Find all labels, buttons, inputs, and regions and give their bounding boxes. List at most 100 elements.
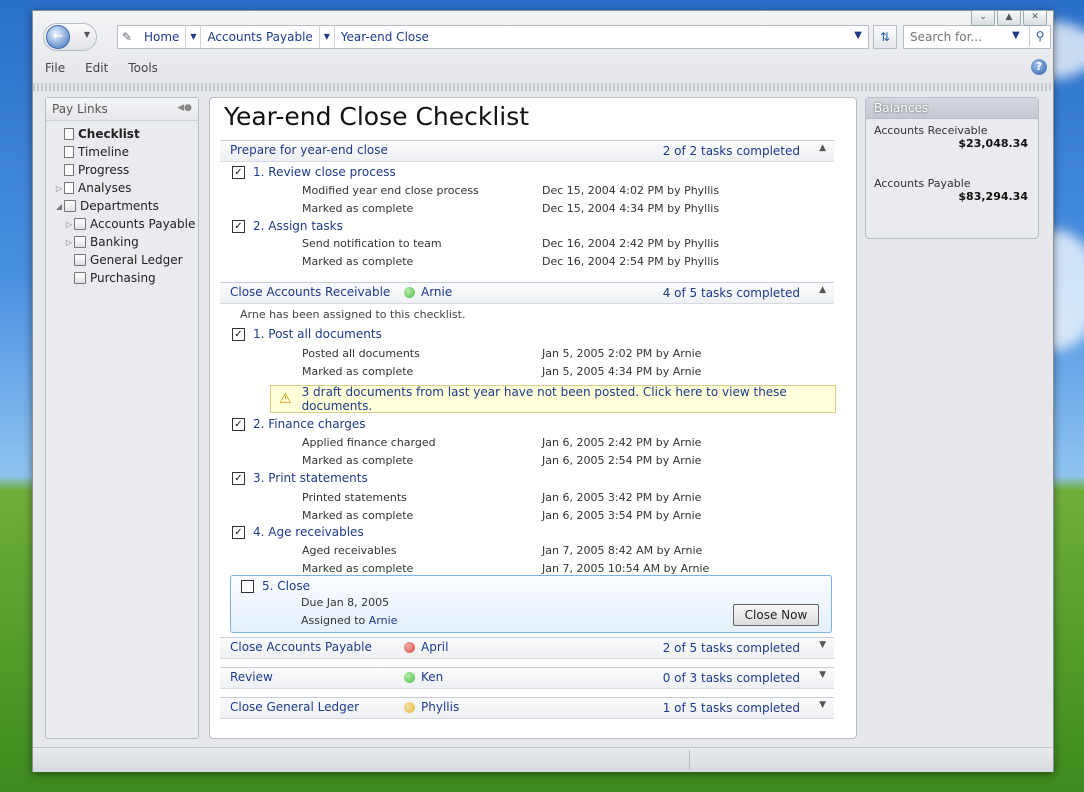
folder-icon [74,218,86,230]
task-checkbox[interactable]: ✓ [232,219,245,233]
task-detail: Marked as complete [302,365,414,378]
task-checkbox[interactable]: ✓ [232,165,245,179]
section-header-review[interactable]: Review Ken 0 of 3 tasks completed ▼ [220,667,834,689]
maximize-icon[interactable]: ▲ [997,10,1021,26]
section-title[interactable]: Review [230,670,273,684]
page-title: Year-end Close Checklist [224,102,530,131]
section-header-close-ap[interactable]: Close Accounts Payable April 2 of 5 task… [220,637,834,659]
task-item[interactable]: ✓ 1. Post all documents [232,325,382,343]
task-detail: Marked as complete [302,255,414,268]
sidebar-collapse-icon[interactable]: ◀● [177,103,192,113]
breadcrumb-separator-dropdown[interactable]: ▼ [185,26,202,48]
search-dropdown-icon[interactable]: ▼ [1012,30,1020,41]
refresh-icon: ⇅ [879,30,891,44]
sidebar-item-accounts-payable[interactable]: ▷ Accounts Payable [46,215,198,233]
task-item[interactable]: ✓ 2. Finance charges [232,415,366,433]
expand-icon[interactable]: ▼ [819,700,826,710]
minimize-icon[interactable]: ⌄ [971,10,995,26]
sidebar-item-checklist[interactable]: Checklist [46,125,198,143]
window-controls: ⌄ ▲ ✕ [971,10,1047,26]
back-button[interactable]: ← ▼ [43,23,97,51]
assignee-link[interactable]: Arnie [369,614,398,627]
task-checkbox[interactable]: ✓ [232,327,245,341]
breadcrumb-year-end-close[interactable]: Year-end Close [335,26,435,48]
toolbar: ← ▼ ✎ Home ▼ Accounts Payable ▼ Year-end… [33,11,1053,91]
search-button[interactable]: ⚲ [1029,26,1050,46]
sidebar-item-timeline[interactable]: Timeline [46,143,198,161]
assignee[interactable]: Arnie [404,285,452,299]
task-detail: Applied finance charged [302,436,436,449]
sidebar-item-analyses[interactable]: ▷ Analyses [46,179,198,197]
section-header-close-ar[interactable]: Close Accounts Receivable Arnie 4 of 5 t… [220,282,834,304]
section-title[interactable]: Close General Ledger [230,700,359,714]
breadcrumb-accounts-payable[interactable]: Accounts Payable [201,26,318,48]
close-now-button[interactable]: Close Now [733,604,819,626]
close-icon[interactable]: ✕ [1023,10,1047,26]
collapse-icon[interactable]: ▲ [819,143,826,153]
task-item[interactable]: ✓ 3. Print statements [232,469,368,487]
section-title[interactable]: Prepare for year-end close [230,143,388,157]
section-title[interactable]: Close Accounts Payable [230,640,372,654]
draft-documents-notice[interactable]: ⚠ 3 draft documents from last year have … [270,385,836,413]
folder-icon [74,272,86,284]
task-count: 2 of 5 tasks completed [662,641,800,655]
expand-icon[interactable]: ▼ [819,670,826,680]
address-bar[interactable]: ✎ Home ▼ Accounts Payable ▼ Year-end Clo… [117,25,869,49]
task-checkbox[interactable]: ✓ [232,471,245,485]
sidebar-item-departments[interactable]: ◢ Departments [46,197,198,215]
menu-file[interactable]: File [45,61,65,75]
task-checkbox[interactable]: ✓ [232,417,245,431]
task-item[interactable]: ✓ 1. Review close process [232,163,396,181]
app-window: ← ▼ ✎ Home ▼ Accounts Payable ▼ Year-end… [32,10,1054,772]
assignment-note: Arne has been assigned to this checklist… [240,308,466,321]
status-bar [33,747,1053,772]
task-item[interactable]: ✓ 2. Assign tasks [232,217,343,235]
sidebar-item-general-ledger[interactable]: General Ledger [46,251,198,269]
task-detail: Send notification to team [302,237,442,250]
assignee[interactable]: Phyllis [404,700,459,714]
task-label-row[interactable]: 5. Close [241,577,310,595]
expand-arrow-icon[interactable]: ▷ [54,184,64,193]
search-input[interactable] [904,26,1026,48]
status-dot-icon [404,701,415,713]
task-checkbox[interactable]: ✓ [232,525,245,539]
task-detail: Printed statements [302,491,407,504]
help-icon[interactable]: ? [1031,59,1047,75]
collapse-arrow-icon[interactable]: ◢ [54,202,64,211]
task-item-selected[interactable]: 5. Close Due Jan 8, 2005 Assigned to Arn… [230,575,832,633]
sidebar-item-banking[interactable]: ▷ Banking [46,233,198,251]
section-title[interactable]: Close Accounts Receivable [230,285,390,299]
task-detail-time: Jan 6, 2005 2:42 PM by Arnie [542,436,702,449]
document-icon [64,146,74,158]
section-header-close-gl[interactable]: Close General Ledger Phyllis 1 of 5 task… [220,697,834,719]
task-item[interactable]: ✓ 4. Age receivables [232,523,364,541]
expand-arrow-icon[interactable]: ▷ [64,238,74,247]
menu-edit[interactable]: Edit [85,61,108,75]
task-detail-time: Jan 6, 2005 3:42 PM by Arnie [542,491,702,504]
sidebar-item-purchasing[interactable]: Purchasing [46,269,198,287]
address-dropdown-icon[interactable]: ▼ [854,30,862,41]
breadcrumb-home[interactable]: ✎ Home [118,26,185,48]
balance-label: Accounts Receivable [874,124,988,137]
balances-panel: Balances Accounts Receivable $23,048.34 … [865,97,1039,239]
collapse-icon[interactable]: ▲ [819,285,826,295]
expand-arrow-icon[interactable]: ▷ [64,220,74,229]
sidebar-item-progress[interactable]: Progress [46,161,198,179]
task-detail: Aged receivables [302,544,397,557]
document-icon [64,164,74,176]
breadcrumb-separator-dropdown[interactable]: ▼ [318,26,335,48]
refresh-button[interactable]: ⇅ [873,25,897,49]
sidebar: Pay Links ◀● Checklist Timeline Progress… [45,97,199,739]
section-header-prepare[interactable]: Prepare for year-end close 2 of 2 tasks … [220,140,834,162]
task-count: 1 of 5 tasks completed [662,701,800,715]
history-dropdown-icon[interactable]: ▼ [84,30,90,39]
search-icon: ⚲ [1035,29,1045,43]
task-checkbox[interactable] [241,579,254,593]
assignee[interactable]: April [404,640,448,654]
menu-tools[interactable]: Tools [128,61,158,75]
task-count: 2 of 2 tasks completed [662,144,800,158]
expand-icon[interactable]: ▼ [819,640,826,650]
task-detail-time: Dec 15, 2004 4:34 PM by Phyllis [542,202,720,215]
task-detail-time: Dec 16, 2004 2:54 PM by Phyllis [542,255,720,268]
assignee[interactable]: Ken [404,670,443,684]
